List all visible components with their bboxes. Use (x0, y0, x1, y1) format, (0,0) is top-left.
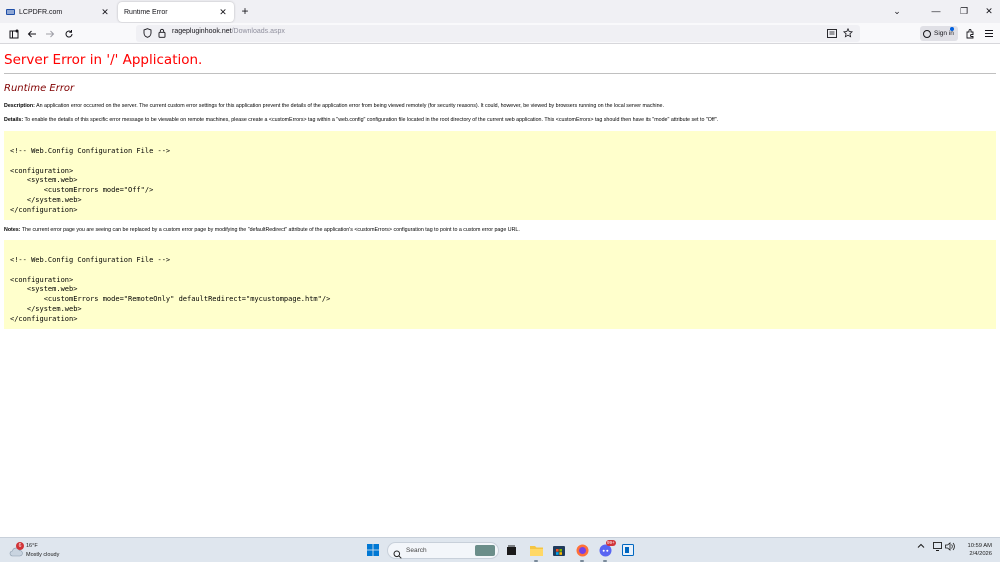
notes-paragraph: Notes: The current error page you are se… (4, 227, 520, 233)
sign-in-label: Sign in (934, 30, 954, 37)
firefox-icon[interactable] (574, 542, 590, 558)
task-view-icon[interactable] (503, 542, 519, 558)
code-text: <!-- Web.Config Configuration File --> <… (10, 147, 171, 214)
lcpdfr-favicon-icon (6, 9, 15, 15)
code-text: <!-- Web.Config Configuration File --> <… (10, 256, 331, 323)
navigation-bar: ragepluginhook.net/Downloads.aspx Sign i… (0, 23, 1000, 44)
tab-strip: LCPDFR.com ✕ Runtime Error ✕ + ⌄ — ❐ ✕ (0, 0, 1000, 23)
account-icon (923, 29, 931, 38)
page-content: Server Error in '/' Application. Runtime… (0, 45, 1000, 537)
code-block-off: <!-- Web.Config Configuration File --> <… (4, 131, 996, 220)
details-paragraph: Details: To enable the details of this s… (4, 117, 718, 123)
tab-close-icon[interactable]: ✕ (218, 7, 228, 18)
title-divider (4, 73, 996, 74)
tab-runtime-error[interactable]: Runtime Error ✕ (118, 2, 234, 22)
restore-button[interactable]: ❐ (957, 4, 971, 18)
microsoft-store-icon[interactable] (551, 542, 567, 558)
list-all-tabs-icon[interactable]: ⌄ (890, 4, 904, 18)
back-arrow-icon[interactable] (24, 26, 39, 41)
weather-widget[interactable]: 6 16°F Mostly cloudy (9, 541, 79, 561)
minimize-button[interactable]: — (929, 4, 943, 18)
show-hidden-icons-chevron-icon[interactable] (917, 542, 925, 552)
menu-icon[interactable] (981, 26, 996, 41)
sidebar-toggle-icon[interactable] (6, 26, 21, 41)
url-text: ragepluginhook.net/Downloads.aspx (172, 28, 285, 35)
url-host: ragepluginhook.net (172, 28, 232, 35)
code-block-remote-only: <!-- Web.Config Configuration File --> <… (4, 240, 996, 329)
windows-start-icon[interactable] (365, 542, 381, 558)
taskbar: 6 16°F Mostly cloudy Search 99+ 10:59 AM… (0, 537, 1000, 562)
close-window-button[interactable]: ✕ (982, 4, 996, 18)
details-text: To enable the details of this specific e… (23, 117, 719, 123)
new-tab-button[interactable]: + (238, 4, 252, 18)
weather-alert-badge: 6 (16, 542, 24, 550)
weather-temperature: 16°F (26, 543, 38, 549)
tab-lcpdfr[interactable]: LCPDFR.com ✕ (0, 2, 116, 22)
page-title: Server Error in '/' Application. (4, 52, 203, 68)
tracking-protection-shield-icon[interactable] (141, 27, 153, 39)
extensions-icon[interactable] (962, 26, 977, 41)
search-label: Search (406, 547, 427, 554)
sign-in-button[interactable]: Sign in (920, 26, 958, 41)
search-icon (393, 546, 402, 562)
description-label: Description: (4, 103, 35, 109)
url-bar[interactable]: ragepluginhook.net/Downloads.aspx (136, 25, 860, 42)
details-label: Details: (4, 117, 24, 123)
description-text: An application error occurred on the ser… (34, 103, 664, 109)
lock-icon[interactable] (156, 27, 168, 39)
search-highlight-image (475, 545, 495, 556)
forward-arrow-icon[interactable] (42, 26, 57, 41)
discord-notification-badge: 99+ (606, 540, 616, 546)
network-icon[interactable] (933, 542, 943, 553)
notes-label: Notes: (4, 227, 21, 233)
tab-close-icon[interactable]: ✕ (100, 7, 110, 18)
error-subtitle: Runtime Error (4, 83, 75, 94)
bookmark-star-icon[interactable] (842, 27, 854, 39)
reader-view-icon[interactable] (826, 27, 838, 39)
tab-title: LCPDFR.com (19, 8, 63, 16)
system-clock[interactable]: 10:59 AM 2/4/2026 (958, 542, 993, 558)
description-paragraph: Description: An application error occurr… (4, 103, 664, 109)
volume-icon[interactable] (945, 542, 955, 553)
notification-dot (950, 27, 954, 31)
reload-icon[interactable] (61, 26, 76, 41)
url-path: /Downloads.aspx (231, 28, 285, 35)
app-window-icon[interactable] (620, 542, 636, 558)
clock-date: 2/4/2026 (969, 551, 992, 557)
tab-title: Runtime Error (124, 8, 168, 16)
file-explorer-icon[interactable] (528, 542, 544, 558)
notes-text: The current error page you are seeing ca… (20, 227, 520, 233)
taskbar-search-box[interactable]: Search (387, 542, 499, 559)
clock-time: 10:59 AM (967, 543, 993, 549)
weather-description: Mostly cloudy (26, 552, 60, 558)
